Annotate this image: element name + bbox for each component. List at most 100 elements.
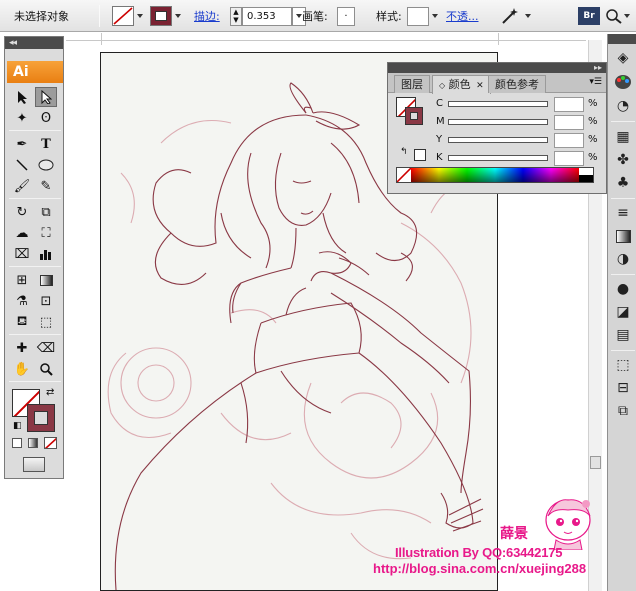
color-guide-icon[interactable]: ◔ [612,95,634,117]
magenta-slider[interactable] [448,119,548,125]
divider [611,350,635,351]
stroke-panel-icon[interactable]: ≡ [612,202,634,224]
color-spectrum-bar[interactable] [396,167,594,183]
last-color-icon[interactable]: ↰ [400,147,408,157]
gradient-tool[interactable] [35,270,57,290]
swap-colors-icon[interactable]: ⇄ [46,387,54,398]
gradient-mode-button[interactable] [28,438,38,448]
pen-tool[interactable]: ✒ [11,134,33,154]
blend-icon: ⊡ [40,293,52,309]
blend-tool[interactable]: ⊡ [35,291,57,311]
magic-wand-tool[interactable]: ✦ [11,108,33,128]
divider [611,198,635,199]
transparency-icon[interactable]: ◑ [612,248,634,270]
scale-tool[interactable]: ⧉ [35,202,57,222]
black-input[interactable] [554,151,584,166]
symbols-icon[interactable]: ♣ [612,172,634,194]
cyan-input[interactable] [554,97,584,112]
appearance-icon[interactable]: ● [612,278,634,300]
stroke-weight-input[interactable]: 0.353 [242,6,292,26]
rotate-tool[interactable]: ↻ [11,202,33,222]
hand-tool[interactable]: ✋ [11,359,33,379]
pencil-tool[interactable]: ✎ [35,176,57,196]
close-icon[interactable]: ✕ [476,81,484,91]
yellow-slider[interactable] [448,137,548,143]
collapse-arrows-icon[interactable]: ▸▸ [594,63,602,73]
recolor-button[interactable] [500,0,531,32]
align-icon[interactable]: ▤ [612,324,634,346]
graph-tool[interactable] [35,244,57,264]
tab-color-guide[interactable]: 颜色参考 [488,75,546,93]
default-colors-icon[interactable]: ◧ [13,421,22,431]
gradient-panel-icon[interactable] [612,225,634,247]
scrollbar-thumb[interactable] [590,456,601,469]
stroke-color-swatch[interactable] [27,404,55,432]
divider [9,130,61,131]
type-tool[interactable]: T [35,134,57,154]
stroke-color-icon [405,107,423,125]
cyan-slider[interactable] [448,101,548,107]
dock-header[interactable] [608,34,636,44]
fill-stroke-indicator[interactable] [396,97,424,127]
chevron-down-icon [175,14,181,18]
zoom-icon [40,363,53,376]
transform-icon[interactable]: ⬚ [612,354,634,376]
align-objects-icon[interactable]: ⊟ [612,377,634,399]
selection-tool[interactable] [11,87,33,107]
none-swatch-icon[interactable] [397,168,411,182]
direct-selection-tool[interactable] [35,87,57,107]
black-slider[interactable] [448,155,548,161]
fill-swatch[interactable] [112,0,143,32]
panel-menu-icon[interactable]: ▾☰ [589,78,602,87]
tab-color[interactable]: ◇ 颜色 ✕ [432,75,491,94]
screen-mode-button[interactable] [23,457,45,472]
magenta-input[interactable] [554,115,584,130]
stroke-stepper-icon[interactable]: ▲ ▼ [230,6,242,26]
color-panel-icon[interactable] [612,71,634,93]
free-transform-tool[interactable]: ⛶ [35,223,57,243]
eraser-tool[interactable]: ⌫ [35,338,57,358]
opacity-link[interactable]: 不透... [446,8,479,24]
warp-tool[interactable]: ☁ [11,223,33,243]
paintbrush-tool[interactable]: 🖌 [11,176,33,196]
crop-area-tool[interactable]: ✚ [11,338,33,358]
brush-label: 画笔: [302,10,328,23]
ellipse-tool[interactable] [35,155,57,175]
stroke-swatch[interactable] [150,0,181,32]
live-paint-bucket-tool[interactable]: ⛾ [11,312,33,332]
stroke-label[interactable]: 描边: [194,8,220,24]
scale-icon: ⧉ [41,204,51,220]
layers-icon[interactable]: ◈ [612,47,634,69]
tab-layers[interactable]: 图层 [394,75,430,93]
watermark-name: 薛景 [500,526,528,542]
yellow-input[interactable] [554,133,584,148]
swatches-icon[interactable]: ▦ [612,126,634,148]
style-label: 样式: [376,10,402,23]
brush-dropdown[interactable]: · [337,6,355,26]
live-paint-selection-tool[interactable]: ⬚ [35,312,57,332]
bridge-button[interactable]: Br [578,0,600,32]
last-color-swatch[interactable] [414,149,426,161]
watermark-credit: Illustration By QQ:63442175 [395,545,563,560]
mesh-tool[interactable]: ⊞ [11,270,33,290]
eyedropper-tool[interactable]: ⚗ [11,291,33,311]
lasso-tool[interactable]: ʘ [35,108,57,128]
graphic-styles-icon[interactable]: ◪ [612,301,634,323]
collapse-arrows-icon[interactable]: ◂◂ [5,37,63,49]
percent-label: % [588,116,598,127]
brushes-icon[interactable]: ✤ [612,149,634,171]
eraser-icon: ⌫ [36,340,56,356]
color-mode-button[interactable] [12,438,22,448]
style-swatch[interactable] [407,6,429,26]
chibi-avatar-icon [545,499,591,550]
line-tool[interactable] [11,155,33,175]
none-mode-button[interactable] [44,437,57,449]
panel-header[interactable]: ▸▸ [388,63,606,73]
search-button[interactable] [604,0,630,32]
zoom-tool[interactable] [35,359,57,379]
pathfinder-icon[interactable]: ⧉ [612,400,634,422]
crop-icon: ✚ [16,340,28,356]
magenta-label: M [436,116,445,127]
symbol-sprayer-tool[interactable]: ⌧ [11,244,33,264]
bar-graph-icon [40,250,51,260]
